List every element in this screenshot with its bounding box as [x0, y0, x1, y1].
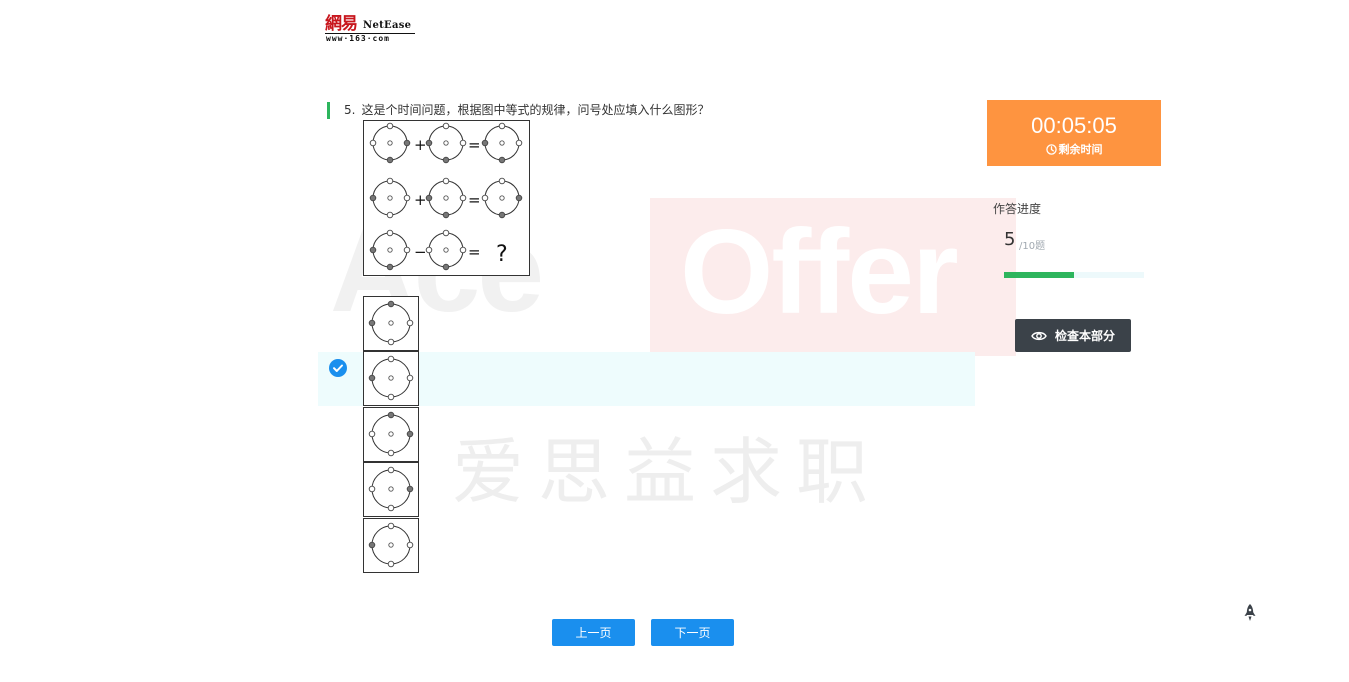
countdown-timer: 00:05:05 剩余时间 [987, 100, 1161, 166]
dial-r1-c3 [481, 122, 523, 164]
option-a[interactable] [363, 296, 419, 351]
review-section-button[interactable]: 检查本部分 [1015, 319, 1131, 352]
puzzle-figure: + = + = − = ? [369, 122, 523, 271]
operator-equals-1: = [468, 136, 481, 154]
option-dial-5 [368, 522, 414, 568]
option-dial-4 [368, 466, 414, 512]
progress-current: 5 [1004, 229, 1016, 250]
prev-page-button[interactable]: 上一页 [552, 619, 635, 646]
option-dial-3 [368, 411, 414, 457]
eye-icon [1031, 331, 1047, 340]
option-d[interactable] [363, 462, 419, 517]
option-e[interactable] [363, 518, 419, 573]
operator-plus-2: + [414, 191, 427, 209]
dial-r3-c2 [425, 229, 467, 271]
dial-r1-c1 [369, 122, 411, 164]
progress-total: /10题 [1019, 241, 1046, 252]
timer-label-row: 剩余时间 [987, 143, 1161, 157]
option-d-box[interactable] [363, 462, 419, 517]
unknown-mark: ? [496, 242, 508, 267]
timer-value: 00:05:05 [1031, 113, 1117, 138]
netease-logo: 網易 NetEase www·163·com [325, 14, 417, 46]
question-number: 5. [344, 103, 356, 117]
option-c-box[interactable] [363, 407, 419, 462]
dial-r3-c1 [369, 229, 411, 271]
progress-bar-fill [1004, 272, 1074, 278]
check-circle-icon [329, 359, 347, 377]
dial-r1-c2 [425, 122, 467, 164]
option-dial-2 [368, 355, 414, 401]
option-a-box[interactable] [363, 296, 419, 351]
question-marker [327, 102, 330, 119]
operator-minus: − [414, 243, 427, 261]
watermark-cn: 爱思益求职 [452, 430, 883, 514]
review-section-label: 检查本部分 [1054, 329, 1115, 343]
dial-r2-c2 [425, 177, 467, 219]
question-text: 这是个时间问题，根据图中等式的规律，问号处应填入什么图形？ [361, 103, 710, 117]
dial-r2-c1 [369, 177, 411, 219]
operator-equals-3: = [468, 243, 481, 261]
logo-en-text: NetEase [363, 20, 412, 31]
question-title: 5. 这是个时间问题，根据图中等式的规律，问号处应填入什么图形？ [344, 102, 709, 118]
question-figure: + = + = − = ? [363, 120, 530, 276]
logo-cn-text: 網易 [325, 14, 358, 34]
clock-icon [1045, 144, 1057, 155]
operator-equals-2: = [468, 191, 481, 209]
operator-plus-1: + [414, 136, 427, 154]
logo-url-text: www·163·com [326, 34, 390, 43]
progress-bar [1004, 272, 1144, 278]
option-dial-1 [368, 300, 414, 346]
watermark-offer: Offer [680, 205, 959, 339]
rocket-icon[interactable] [1242, 603, 1258, 623]
next-page-button[interactable]: 下一页 [651, 619, 734, 646]
timer-label: 剩余时间 [1058, 143, 1103, 156]
option-b[interactable] [363, 351, 419, 406]
option-e-box[interactable] [363, 518, 419, 573]
option-c[interactable] [363, 407, 419, 462]
dial-r2-c3 [481, 177, 523, 219]
option-b-box[interactable] [363, 351, 419, 406]
progress-label: 作答进度 [993, 202, 1042, 216]
